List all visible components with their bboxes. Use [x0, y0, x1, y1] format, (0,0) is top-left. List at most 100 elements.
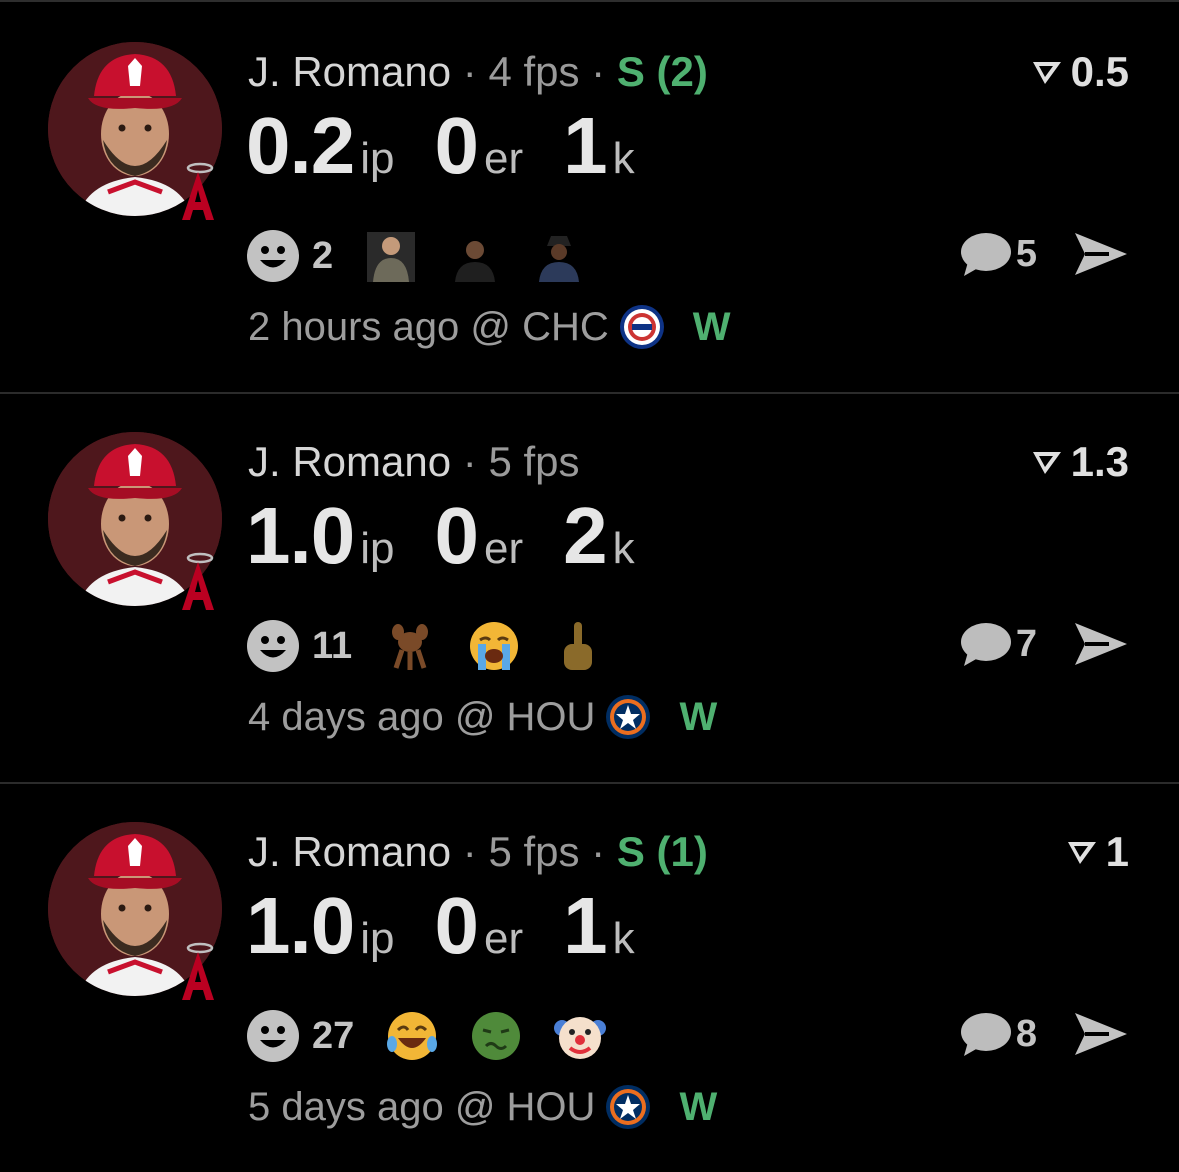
- earned-runs-value: 0: [434, 881, 478, 970]
- points-value: 0.5: [1070, 48, 1129, 95]
- timestamp: 2 hours ago: [248, 304, 460, 349]
- pitcher-card[interactable]: J. Romano · 5 fps 1.3 1.0ip 0er 2k 11: [0, 394, 1179, 782]
- add-reaction-icon[interactable]: [246, 1009, 300, 1063]
- separator-dot: ·: [591, 48, 606, 95]
- game-info: 4 days ago @ HOU W: [248, 694, 717, 740]
- middle-finger-icon[interactable]: [550, 618, 606, 674]
- opponent[interactable]: @ CHC: [470, 305, 608, 350]
- comments-area: 7: [956, 616, 1131, 672]
- game-result: W: [679, 694, 718, 739]
- strikeouts-value: 1: [563, 881, 607, 970]
- points-badge: 1: [1066, 828, 1129, 876]
- timestamp: 5 days ago: [248, 1084, 444, 1129]
- fantasy-points-icon: [1067, 842, 1096, 864]
- innings-pitched-unit: ip: [360, 914, 395, 963]
- man-gif-reaction-icon[interactable]: [447, 228, 503, 284]
- earned-runs-value: 0: [434, 101, 478, 190]
- astros-logo-icon: [606, 695, 651, 739]
- innings-pitched-unit: ip: [360, 524, 395, 573]
- separator-dot: ·: [462, 828, 477, 875]
- reaction-count[interactable]: 2: [312, 235, 333, 278]
- game-result: W: [692, 304, 731, 349]
- angels-logo-icon: [182, 162, 214, 220]
- angels-logo-icon: [182, 942, 214, 1000]
- innings-pitched-value: 1.0: [246, 491, 355, 580]
- earned-runs-value: 0: [434, 491, 478, 580]
- player-name[interactable]: J. Romano: [248, 828, 451, 875]
- activity-feed: J. Romano · 4 fps · S (2) 0.5 0.2 ip 0 er 1 k…: [0, 0, 1179, 1146]
- timestamp: 4 days ago: [248, 694, 444, 739]
- separator-dot: ·: [462, 438, 477, 485]
- comment-count[interactable]: 7: [1016, 623, 1037, 666]
- player-avatar[interactable]: [48, 432, 224, 612]
- comments-area: 5: [956, 226, 1131, 282]
- player-avatar[interactable]: [48, 42, 224, 222]
- cubs-logo-icon: [619, 305, 664, 349]
- pitcher-card[interactable]: J. Romano · 4 fps · S (2) 0.5 0.2 ip 0 er 1 k…: [0, 4, 1179, 392]
- separator-dot: ·: [591, 828, 606, 875]
- strikeouts-unit: k: [612, 134, 635, 183]
- player-name[interactable]: J. Romano: [248, 438, 451, 485]
- loudly-crying-face-icon[interactable]: [466, 618, 522, 674]
- comment-count[interactable]: 5: [1016, 233, 1037, 276]
- man-gif-reaction-icon[interactable]: [531, 228, 587, 284]
- fantasy-points: 4 fps: [488, 48, 580, 95]
- game-result: W: [679, 1084, 718, 1129]
- innings-pitched-value: 0.2: [246, 101, 355, 190]
- man-gif-reaction-icon[interactable]: [363, 228, 419, 284]
- points-badge: 1.3: [1031, 438, 1129, 486]
- reactions-row: 11: [246, 618, 634, 674]
- reaction-count[interactable]: 11: [312, 625, 352, 668]
- reactions-row: 2: [246, 228, 615, 284]
- cartoon-rat-reaction-icon[interactable]: [382, 618, 438, 674]
- comment-bubble-icon[interactable]: [956, 228, 1012, 280]
- points-badge: 0.5: [1031, 48, 1129, 96]
- reaction-count[interactable]: 27: [312, 1015, 354, 1058]
- card-header: J. Romano · 4 fps · S (2): [248, 44, 708, 100]
- top-divider: [0, 0, 1179, 2]
- points-value: 1: [1105, 828, 1129, 875]
- save-badge: S (2): [616, 48, 708, 95]
- opponent[interactable]: @ HOU: [455, 695, 596, 740]
- astros-logo-icon: [606, 1085, 651, 1129]
- fantasy-points: 5 fps: [488, 828, 580, 875]
- nauseated-face-icon[interactable]: [468, 1008, 524, 1064]
- add-reaction-icon[interactable]: [246, 619, 300, 673]
- strikeouts-unit: k: [612, 524, 635, 573]
- stat-line: 0.2 ip 0 er 1 k: [246, 100, 675, 192]
- player-avatar[interactable]: [48, 822, 224, 1002]
- angels-logo-icon: [182, 552, 214, 610]
- player-name[interactable]: J. Romano: [248, 48, 451, 95]
- strikeouts-unit: k: [612, 914, 635, 963]
- earned-runs-unit: er: [483, 914, 524, 963]
- comments-area: 8: [956, 1006, 1131, 1062]
- share-send-icon[interactable]: [1071, 1009, 1131, 1059]
- earned-runs-unit: er: [483, 134, 524, 183]
- card-header: J. Romano · 5 fps: [248, 434, 580, 490]
- innings-pitched-unit: ip: [360, 134, 395, 183]
- fantasy-points-icon: [1032, 452, 1061, 474]
- strikeouts-value: 1: [563, 101, 607, 190]
- clown-face-icon[interactable]: [552, 1008, 608, 1064]
- add-reaction-icon[interactable]: [246, 229, 300, 283]
- comment-bubble-icon[interactable]: [956, 618, 1012, 670]
- tears-of-joy-face-icon[interactable]: [384, 1008, 440, 1064]
- innings-pitched-value: 1.0: [246, 881, 355, 970]
- game-info: 5 days ago @ HOU W: [248, 1084, 717, 1130]
- points-value: 1.3: [1070, 438, 1129, 485]
- stat-line: 1.0 ip 0 er 2 k: [246, 490, 675, 582]
- share-send-icon[interactable]: [1071, 229, 1131, 279]
- card-header: J. Romano · 5 fps · S (1): [248, 824, 708, 880]
- stat-line: 1.0 ip 0 er 1 k: [246, 880, 675, 972]
- strikeouts-value: 2: [563, 491, 607, 580]
- fantasy-points: 5 fps: [488, 438, 580, 485]
- separator-dot: ·: [462, 48, 477, 95]
- reactions-row: 27: [246, 1008, 636, 1064]
- pitcher-card[interactable]: J. Romano · 5 fps · S (1) 1 1.0 ip 0 er 1 k 2…: [0, 784, 1179, 1172]
- game-info: 2 hours ago @ CHC W: [248, 304, 731, 350]
- opponent[interactable]: @ HOU: [455, 1085, 596, 1130]
- earned-runs-unit: er: [483, 524, 524, 573]
- comment-count[interactable]: 8: [1016, 1013, 1037, 1056]
- share-send-icon[interactable]: [1071, 619, 1131, 669]
- comment-bubble-icon[interactable]: [956, 1008, 1012, 1060]
